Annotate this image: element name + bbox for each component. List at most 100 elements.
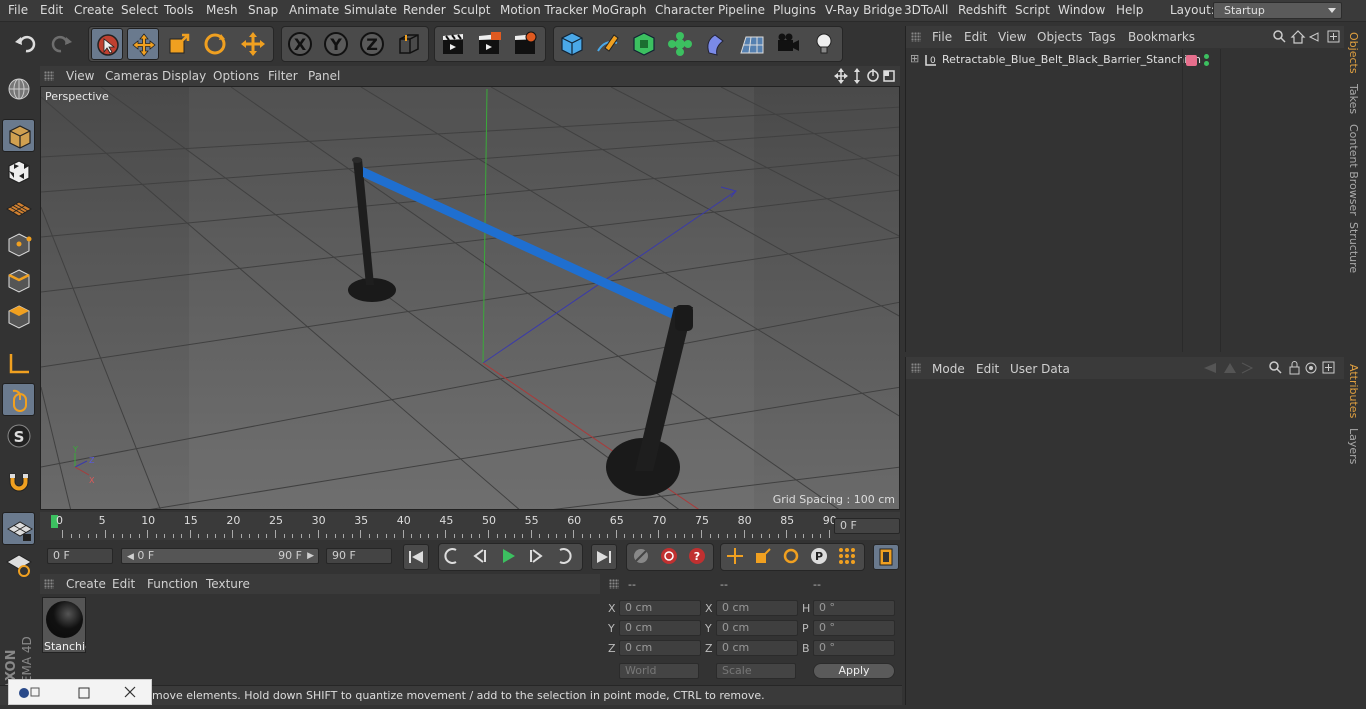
move-tool-button[interactable] xyxy=(127,28,159,60)
end-frame-field[interactable]: 90 F xyxy=(326,548,392,564)
minimized-window-bar[interactable] xyxy=(8,679,152,705)
menu-tools[interactable]: Tools xyxy=(164,3,194,17)
locked-workplane-button[interactable] xyxy=(2,548,35,581)
new-panel-icon[interactable] xyxy=(1327,30,1340,43)
arrow-left-icon[interactable] xyxy=(1204,363,1216,373)
workplane-lock-button[interactable] xyxy=(2,512,35,545)
cloner-button[interactable] xyxy=(664,28,696,60)
menu-mograph[interactable]: MoGraph xyxy=(592,3,647,17)
rot-b-field[interactable]: 0 ° xyxy=(813,640,895,656)
y-axis-button[interactable]: Y xyxy=(320,28,352,60)
menu-create[interactable]: Create xyxy=(74,3,114,17)
viewport-menu-cameras[interactable]: Cameras xyxy=(105,69,158,83)
viewport-menu-filter[interactable]: Filter xyxy=(268,69,298,83)
go-to-start-button[interactable] xyxy=(403,544,429,570)
menu-plugins[interactable]: Plugins xyxy=(773,3,816,17)
pos-z-field[interactable]: 0 cm xyxy=(619,640,701,656)
floor-button[interactable] xyxy=(736,28,768,60)
point-mode-button[interactable] xyxy=(2,228,35,261)
visibility-editor-dot-icon[interactable] xyxy=(1204,54,1209,59)
previous-key-button[interactable] xyxy=(440,544,466,570)
menu-redshift[interactable]: Redshift xyxy=(958,3,1007,17)
menu-window[interactable]: Window xyxy=(1058,3,1105,17)
attributes-menu-mode[interactable]: Mode xyxy=(932,362,965,376)
model-mode-button[interactable] xyxy=(2,119,35,152)
current-frame-field[interactable]: 0 F xyxy=(834,518,900,534)
pos-y-field[interactable]: 0 cm xyxy=(619,620,701,636)
material-menu-edit[interactable]: Edit xyxy=(112,577,135,591)
menu-motion-tracker[interactable]: Motion Tracker xyxy=(500,3,588,17)
visibility-render-dot-icon[interactable] xyxy=(1204,61,1209,66)
render-view-button[interactable] xyxy=(437,28,469,60)
autokeying-button[interactable] xyxy=(657,544,683,570)
size-z-field[interactable]: 0 cm xyxy=(716,640,798,656)
keyframe-selection-button[interactable]: ? xyxy=(685,544,711,570)
objects-menu-view[interactable]: View xyxy=(998,30,1026,44)
tab-structure[interactable]: Structure xyxy=(1347,222,1360,273)
scale-tool-button[interactable] xyxy=(163,28,195,60)
material-menu-create[interactable]: Create xyxy=(66,577,106,591)
play-button[interactable] xyxy=(496,544,522,570)
new-panel-icon[interactable] xyxy=(1322,361,1335,374)
home-icon[interactable] xyxy=(1290,30,1306,44)
axis-mode-button[interactable] xyxy=(2,347,35,380)
timeline-ruler[interactable]: 0 5 10 15 20 25 30 35 40 45 50 55 60 65 70 75 80 85 90 0 F xyxy=(40,512,900,540)
edge-mode-button[interactable] xyxy=(2,264,35,297)
next-frame-button[interactable] xyxy=(524,544,550,570)
tab-takes[interactable]: Takes xyxy=(1347,84,1360,114)
menu-vray-bridge[interactable]: V-Ray Bridge xyxy=(825,3,902,17)
redo-button[interactable] xyxy=(45,28,77,60)
key-pla-button[interactable] xyxy=(835,544,861,570)
menu-3dtoall[interactable]: 3DToAll xyxy=(904,3,948,17)
search-icon[interactable] xyxy=(1269,361,1282,374)
previous-frame-button[interactable] xyxy=(468,544,494,570)
deformer-button[interactable] xyxy=(700,28,732,60)
texture-mode-button[interactable] xyxy=(2,155,35,188)
start-frame-field[interactable]: 0 F xyxy=(47,548,113,564)
objects-menu-file[interactable]: File xyxy=(932,30,952,44)
menu-snap[interactable]: Snap xyxy=(248,3,278,17)
menu-mesh[interactable]: Mesh xyxy=(206,3,238,17)
menu-render[interactable]: Render xyxy=(403,3,446,17)
tab-layers[interactable]: Layers xyxy=(1347,428,1360,464)
target-icon[interactable] xyxy=(1305,362,1317,374)
maximize-view-icon[interactable] xyxy=(883,70,895,82)
attributes-menu-edit[interactable]: Edit xyxy=(976,362,999,376)
menu-script[interactable]: Script xyxy=(1015,3,1050,17)
polygon-mode-button[interactable] xyxy=(2,300,35,333)
undo-button[interactable] xyxy=(10,28,42,60)
layout-dropdown[interactable]: Startup xyxy=(1213,2,1342,19)
rot-p-field[interactable]: 0 ° xyxy=(813,620,895,636)
rot-h-field[interactable]: 0 ° xyxy=(813,600,895,616)
x-axis-button[interactable]: X xyxy=(284,28,316,60)
back-icon[interactable] xyxy=(1308,32,1319,42)
material-menu-function[interactable]: Function xyxy=(147,577,198,591)
menu-pipeline[interactable]: Pipeline xyxy=(718,3,765,17)
pos-x-field[interactable]: 0 cm xyxy=(619,600,701,616)
solo-button[interactable]: S xyxy=(2,419,35,452)
close-icon[interactable] xyxy=(124,686,136,698)
search-icon[interactable] xyxy=(1273,30,1286,43)
cube-button[interactable] xyxy=(556,28,588,60)
frame-range-slider[interactable]: ◀ 0 F 90 F ▶ xyxy=(121,548,319,564)
coord-system-dropdown[interactable]: World xyxy=(619,663,699,679)
size-y-field[interactable]: 0 cm xyxy=(716,620,798,636)
menu-help[interactable]: Help xyxy=(1116,3,1143,17)
layer-color-tag[interactable] xyxy=(1186,55,1197,66)
record-active-objects-button[interactable] xyxy=(629,544,655,570)
menu-animate[interactable]: Animate xyxy=(289,3,339,17)
workplane-mode-button[interactable] xyxy=(2,191,35,224)
expand-plus-icon[interactable]: ⊞ xyxy=(910,52,919,65)
next-key-button[interactable] xyxy=(552,544,578,570)
rotate-tool-button[interactable] xyxy=(199,28,231,60)
apply-button[interactable]: Apply xyxy=(813,663,895,679)
viewport-menu-options[interactable]: Options xyxy=(213,69,259,83)
material-swatch[interactable]: Stanchio xyxy=(42,597,86,653)
menu-file[interactable]: File xyxy=(8,3,28,17)
timeline-window-button[interactable] xyxy=(873,544,899,570)
key-position-button[interactable] xyxy=(723,544,749,570)
coord-system-button[interactable] xyxy=(393,28,425,60)
pan-view-icon[interactable] xyxy=(834,68,848,84)
objects-menu-bookmarks[interactable]: Bookmarks xyxy=(1128,30,1195,44)
menu-sculpt[interactable]: Sculpt xyxy=(453,3,490,17)
